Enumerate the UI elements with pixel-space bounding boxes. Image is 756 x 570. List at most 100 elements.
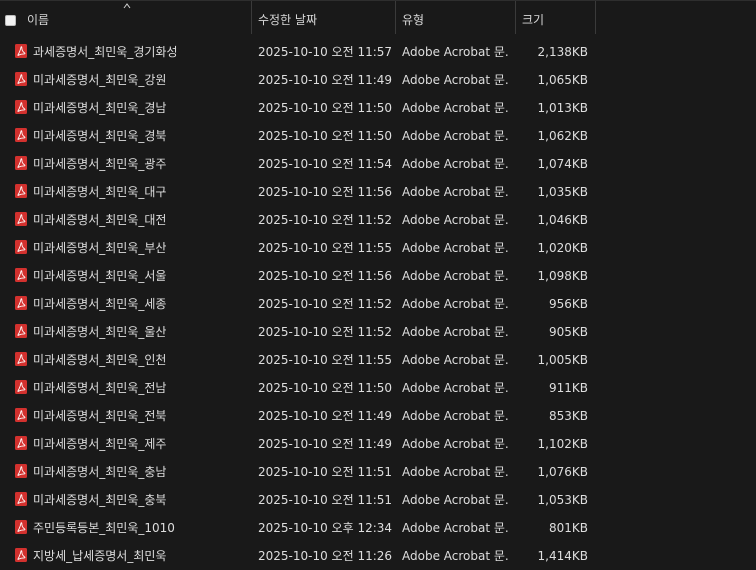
file-name[interactable]: 미과세증명서_최민욱_인천 [33, 346, 251, 374]
file-size: 1,020KB [537, 241, 588, 255]
file-row[interactable]: 미과세증명서_최민욱_광주 2025-10-10 오전 11:54 Adobe Ac… [0, 150, 756, 178]
file-name[interactable]: 주민등록등본_최민욱_1010 [33, 514, 251, 542]
pdf-file-icon [15, 128, 27, 142]
file-type: Adobe Acrobat 문... [402, 73, 510, 87]
file-row[interactable]: 미과세증명서_최민욱_충남 2025-10-10 오전 11:51 Adobe Ac… [0, 458, 756, 486]
file-size: 1,074KB [537, 157, 588, 171]
file-name[interactable]: 미과세증명서_최민욱_경북 [33, 122, 251, 150]
pdf-file-icon [15, 436, 27, 450]
file-type: Adobe Acrobat 문... [402, 353, 510, 367]
file-row[interactable]: 미과세증명서_최민욱_부산 2025-10-10 오전 11:55 Adobe Ac… [0, 234, 756, 262]
file-name[interactable]: 미과세증명서_최민욱_강원 [33, 66, 251, 94]
file-type: Adobe Acrobat 문... [402, 381, 510, 395]
file-type: Adobe Acrobat 문... [402, 409, 510, 423]
file-name[interactable]: 미과세증명서_최민욱_광주 [33, 150, 251, 178]
file-modified-date: 2025-10-10 오전 11:50 [258, 381, 393, 395]
file-name[interactable]: 미과세증명서_최민욱_경남 [33, 94, 251, 122]
file-modified-date: 2025-10-10 오전 11:56 [258, 269, 393, 283]
file-modified-date: 2025-10-10 오전 11:52 [258, 297, 393, 311]
file-row[interactable]: 미과세증명서_최민욱_제주 2025-10-10 오전 11:49 Adobe Ac… [0, 430, 756, 458]
file-row[interactable]: 지방세_납세증명서_최민욱 2025-10-10 오전 11:26 Adobe Ac… [0, 542, 756, 570]
file-type: Adobe Acrobat 문... [402, 549, 510, 563]
file-row[interactable]: 주민등록등본_최민욱_1010 2025-10-10 오후 12:34 Adobe … [0, 514, 756, 542]
pdf-file-icon [15, 520, 27, 534]
file-modified-date: 2025-10-10 오전 11:49 [258, 73, 393, 87]
file-row[interactable]: 미과세증명서_최민욱_경북 2025-10-10 오전 11:50 Adobe Ac… [0, 122, 756, 150]
pdf-file-icon [15, 352, 27, 366]
column-header-row: 이름 수정한 날짜 유형 크기 [0, 1, 756, 34]
file-type: Adobe Acrobat 문... [402, 325, 510, 339]
file-row[interactable]: 과세증명서_최민욱_경기화성 2025-10-10 오전 11:57 Adobe A… [0, 38, 756, 66]
file-modified-date: 2025-10-10 오전 11:52 [258, 213, 393, 227]
pdf-file-icon [15, 240, 27, 254]
file-name[interactable]: 미과세증명서_최민욱_대구 [33, 178, 251, 206]
file-row[interactable]: 미과세증명서_최민욱_인천 2025-10-10 오전 11:55 Adobe Ac… [0, 346, 756, 374]
file-type: Adobe Acrobat 문... [402, 269, 510, 283]
file-size: 956KB [548, 297, 588, 311]
file-size: 1,005KB [537, 353, 588, 367]
pdf-file-icon [15, 268, 27, 282]
file-type: Adobe Acrobat 문... [402, 437, 510, 451]
file-size: 1,065KB [537, 73, 588, 87]
file-name[interactable]: 미과세증명서_최민욱_울산 [33, 318, 251, 346]
file-size: 905KB [548, 325, 588, 339]
file-type: Adobe Acrobat 문... [402, 185, 510, 199]
file-row[interactable]: 미과세증명서_최민욱_울산 2025-10-10 오전 11:52 Adobe Ac… [0, 318, 756, 346]
file-name[interactable]: 미과세증명서_최민욱_대전 [33, 206, 251, 234]
file-name[interactable]: 미과세증명서_최민욱_세종 [33, 290, 251, 318]
column-header-name[interactable]: 이름 [21, 1, 252, 34]
pdf-file-icon [15, 548, 27, 562]
file-name[interactable]: 미과세증명서_최민욱_충남 [33, 458, 251, 486]
file-row[interactable]: 미과세증명서_최민욱_전남 2025-10-10 오전 11:50 Adobe Ac… [0, 374, 756, 402]
file-size: 1,046KB [537, 213, 588, 227]
file-modified-date: 2025-10-10 오전 11:49 [258, 409, 393, 423]
file-name[interactable]: 미과세증명서_최민욱_전북 [33, 402, 251, 430]
pdf-file-icon [15, 492, 27, 506]
file-modified-date: 2025-10-10 오전 11:56 [258, 185, 393, 199]
file-row[interactable]: 미과세증명서_최민욱_충북 2025-10-10 오전 11:51 Adobe Ac… [0, 486, 756, 514]
file-type: Adobe Acrobat 문... [402, 241, 510, 255]
pdf-file-icon [15, 324, 27, 338]
file-row[interactable]: 미과세증명서_최민욱_서울 2025-10-10 오전 11:56 Adobe Ac… [0, 262, 756, 290]
column-header-size[interactable]: 크기 [516, 1, 596, 34]
file-name[interactable]: 미과세증명서_최민욱_부산 [33, 234, 251, 262]
pdf-file-icon [15, 380, 27, 394]
select-all-checkbox[interactable] [5, 15, 16, 26]
pdf-file-icon [15, 408, 27, 422]
file-name[interactable]: 과세증명서_최민욱_경기화성 [33, 38, 251, 66]
file-row[interactable]: 미과세증명서_최민욱_세종 2025-10-10 오전 11:52 Adobe Ac… [0, 290, 756, 318]
file-size: 1,102KB [537, 437, 588, 451]
file-type: Adobe Acrobat 문... [402, 297, 510, 311]
file-row[interactable]: 미과세증명서_최민욱_대구 2025-10-10 오전 11:56 Adobe Ac… [0, 178, 756, 206]
file-size: 1,013KB [537, 101, 588, 115]
pdf-file-icon [15, 212, 27, 226]
file-name[interactable]: 지방세_납세증명서_최민욱 [33, 542, 251, 570]
file-size: 1,062KB [537, 129, 588, 143]
file-name[interactable]: 미과세증명서_최민욱_충북 [33, 486, 251, 514]
file-type: Adobe Acrobat 문... [402, 129, 510, 143]
pdf-file-icon [15, 184, 27, 198]
file-size: 801KB [548, 521, 588, 535]
file-size: 853KB [548, 409, 588, 423]
pdf-file-icon [15, 100, 27, 114]
file-name[interactable]: 미과세증명서_최민욱_서울 [33, 262, 251, 290]
file-name[interactable]: 미과세증명서_최민욱_제주 [33, 430, 251, 458]
pdf-file-icon [15, 296, 27, 310]
file-size: 2,138KB [537, 45, 588, 59]
file-type: Adobe Acrobat 문... [402, 493, 510, 507]
file-type: Adobe Acrobat 문... [402, 521, 510, 535]
file-size: 1,098KB [537, 269, 588, 283]
file-size: 1,414KB [537, 549, 588, 563]
file-row[interactable]: 미과세증명서_최민욱_경남 2025-10-10 오전 11:50 Adobe Ac… [0, 94, 756, 122]
file-row[interactable]: 미과세증명서_최민욱_대전 2025-10-10 오전 11:52 Adobe Ac… [0, 206, 756, 234]
file-type: Adobe Acrobat 문... [402, 157, 510, 171]
file-modified-date: 2025-10-10 오전 11:54 [258, 157, 393, 171]
file-modified-date: 2025-10-10 오전 11:49 [258, 437, 393, 451]
column-header-modified[interactable]: 수정한 날짜 [252, 1, 396, 34]
pdf-file-icon [15, 72, 27, 86]
file-modified-date: 2025-10-10 오전 11:51 [258, 493, 393, 507]
file-row[interactable]: 미과세증명서_최민욱_전북 2025-10-10 오전 11:49 Adobe Ac… [0, 402, 756, 430]
file-row[interactable]: 미과세증명서_최민욱_강원 2025-10-10 오전 11:49 Adobe Ac… [0, 66, 756, 94]
column-header-type[interactable]: 유형 [396, 1, 516, 34]
file-name[interactable]: 미과세증명서_최민욱_전남 [33, 374, 251, 402]
